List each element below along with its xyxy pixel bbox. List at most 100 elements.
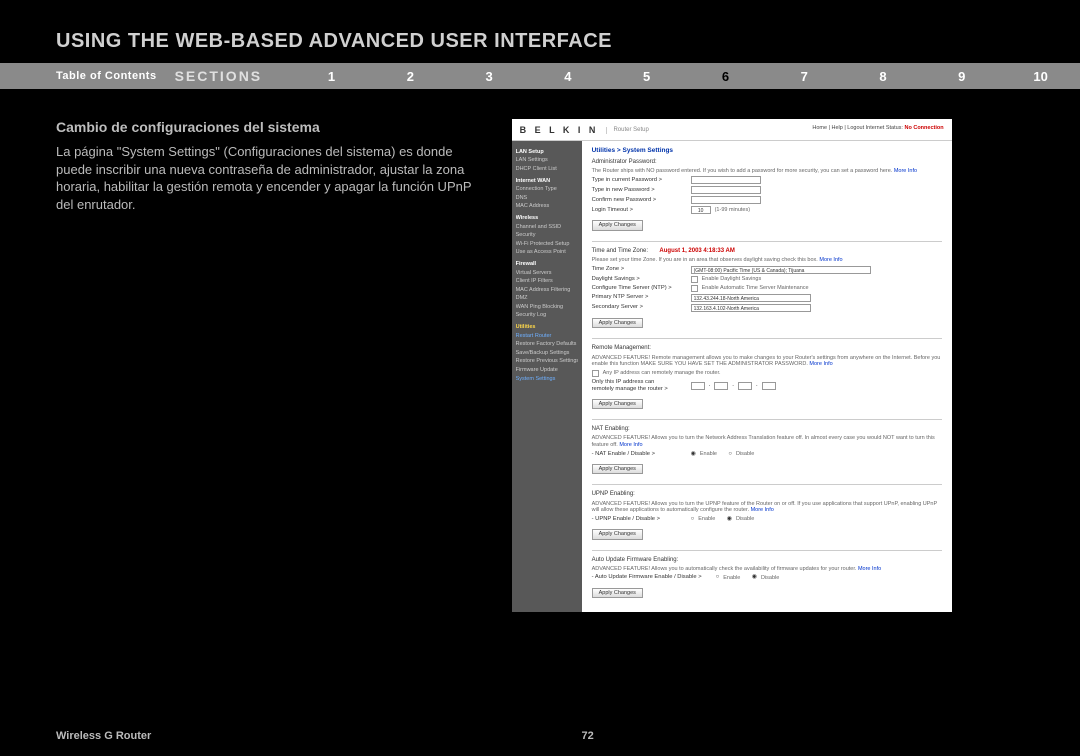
page-footer: Wireless G Router 72 <box>56 730 1024 742</box>
sidebar-item[interactable]: Restore Factory Defaults <box>516 340 578 349</box>
fw-note: ADVANCED FEATURE! Allows you to automati… <box>592 566 858 572</box>
sidebar-item[interactable]: DNS <box>516 194 578 203</box>
sidebar-item[interactable]: MAC Address Filtering <box>516 286 578 295</box>
fw-radio-enable[interactable]: ○ <box>716 574 720 581</box>
nat-note: ADVANCED FEATURE! Allows you to turn the… <box>592 435 935 448</box>
section-2[interactable]: 2 <box>371 69 450 84</box>
ip-oct4[interactable] <box>762 382 776 390</box>
upnp-lbl: - UPNP Enable / Disable > <box>592 516 687 523</box>
apply-time[interactable]: Apply Changes <box>592 318 643 329</box>
sidebar-item[interactable]: LAN Setup <box>516 148 578 157</box>
product-name: Wireless G Router <box>56 730 151 742</box>
sidebar-item[interactable]: System Settings <box>516 375 578 384</box>
remote-any-checkbox[interactable] <box>592 370 599 377</box>
sidebar-item[interactable]: MAC Address <box>516 202 578 211</box>
brand-logo: B E L K I N <box>520 125 599 136</box>
sidebar-item[interactable]: Firewall <box>516 260 578 269</box>
apply-admin[interactable]: Apply Changes <box>592 220 643 231</box>
current-pw-input[interactable] <box>691 176 761 184</box>
sidebar-item[interactable]: DMZ <box>516 294 578 303</box>
fw-enable-text: Enable <box>723 575 740 582</box>
current-pw-label: Type in current Password > <box>592 177 687 184</box>
header-links[interactable]: Home | Help | Logout Internet Status: <box>812 125 903 131</box>
upnp-radio-disable[interactable]: ◉ <box>727 516 732 523</box>
nat-enable-text: Enable <box>700 451 717 458</box>
sidebar-item[interactable]: Client IP Filters <box>516 277 578 286</box>
apply-fw[interactable]: Apply Changes <box>592 588 643 599</box>
sidebar-item[interactable]: Wireless <box>516 214 578 223</box>
internet-status: No Connection <box>904 125 943 131</box>
apply-remote[interactable]: Apply Changes <box>592 399 643 410</box>
remote-any-label: Any IP address can remotely manage the r… <box>603 370 721 377</box>
sidebar-item[interactable]: LAN Settings <box>516 156 578 165</box>
fw-radio-disable[interactable]: ◉ <box>752 574 757 581</box>
sidebar-item[interactable]: Utilities <box>516 323 578 332</box>
timeout-suffix: (1-99 minutes) <box>715 207 750 214</box>
sections-label: SECTIONS <box>175 68 293 84</box>
sidebar-item[interactable]: Virtual Servers <box>516 269 578 278</box>
upnp-more[interactable]: More Info <box>751 507 774 513</box>
confirm-pw-input[interactable] <box>691 196 761 204</box>
sidebar-item[interactable]: DHCP Client List <box>516 165 578 174</box>
sidebar-item[interactable]: Connection Type <box>516 185 578 194</box>
sidebar-item[interactable]: Firmware Update <box>516 366 578 375</box>
sidebar-item[interactable]: Security <box>516 231 578 240</box>
page-title: USING THE WEB-BASED ADVANCED USER INTERF… <box>0 0 1080 63</box>
section-4[interactable]: 4 <box>529 69 608 84</box>
admin-more[interactable]: More Info <box>894 168 917 174</box>
new-pw-input[interactable] <box>691 186 761 194</box>
fw-more[interactable]: More Info <box>858 566 881 572</box>
sidebar-item[interactable]: Restore Previous Settings <box>516 357 578 366</box>
time-more[interactable]: More Info <box>819 257 842 263</box>
ntp-checkbox[interactable] <box>691 285 698 292</box>
sidebar-item[interactable]: Wi-Fi Protected Setup <box>516 240 578 249</box>
admin-title: Administrator Password: <box>592 159 942 166</box>
upnp-radio-enable[interactable]: ○ <box>691 516 695 523</box>
section-6[interactable]: 6 <box>686 69 765 84</box>
dst-checkbox[interactable] <box>691 276 698 283</box>
apply-upnp[interactable]: Apply Changes <box>592 529 643 540</box>
sidebar-item[interactable]: Restart Router <box>516 332 578 341</box>
section-3[interactable]: 3 <box>450 69 529 84</box>
apply-nat[interactable]: Apply Changes <box>592 464 643 475</box>
fw-lbl: - Auto Update Firmware Enable / Disable … <box>592 574 712 581</box>
ip-oct3[interactable] <box>738 382 752 390</box>
ntp-text: Enable Automatic Time Server Maintenance <box>702 285 809 292</box>
section-5[interactable]: 5 <box>607 69 686 84</box>
timeout-input[interactable]: 10 <box>691 206 711 214</box>
section-1[interactable]: 1 <box>292 69 371 84</box>
section-7[interactable]: 7 <box>765 69 844 84</box>
sidebar-item[interactable]: Internet WAN <box>516 177 578 186</box>
confirm-pw-label: Confirm new Password > <box>592 197 687 204</box>
sidebar-item[interactable]: Save/Backup Settings <box>516 349 578 358</box>
remote-only-b: remotely manage the router > <box>592 386 668 392</box>
section-8[interactable]: 8 <box>844 69 923 84</box>
remote-only-a: Only this IP address can <box>592 379 655 385</box>
fw-disable-text: Disable <box>761 575 779 582</box>
sidebar-item[interactable]: Channel and SSID <box>516 223 578 232</box>
router-sidebar: LAN SetupLAN SettingsDHCP Client List Int… <box>512 141 582 612</box>
ip-oct1[interactable] <box>691 382 705 390</box>
sidebar-item[interactable]: Use as Access Point <box>516 248 578 257</box>
nat-radio-enable[interactable]: ◉ <box>691 451 696 458</box>
tz-select[interactable]: (GMT-08:00) Pacific Time (US & Canada); … <box>691 266 871 274</box>
upnp-title: UPNP Enabling: <box>592 491 942 498</box>
top-links[interactable]: Home | Help | Logout Internet Status: No… <box>812 125 943 132</box>
sidebar-item[interactable]: Security Log <box>516 311 578 320</box>
toc-link[interactable]: Table of Contents <box>0 70 175 82</box>
remote-title: Remote Management: <box>592 345 942 352</box>
sidebar-item[interactable]: WAN Ping Blocking <box>516 303 578 312</box>
dst-label: Daylight Savings > <box>592 276 687 283</box>
section-10[interactable]: 10 <box>1001 69 1080 84</box>
ntp1-select[interactable]: 132.43.244.18-North America <box>691 294 811 302</box>
remote-more[interactable]: More Info <box>809 361 832 367</box>
time-stamp: August 1, 2003 4:18:33 AM <box>659 248 734 255</box>
section-9[interactable]: 9 <box>922 69 1001 84</box>
nat-radio-disable[interactable]: ○ <box>728 451 732 458</box>
section-nav: Table of Contents SECTIONS 1 2 3 4 5 6 7… <box>0 63 1080 89</box>
ip-oct2[interactable] <box>714 382 728 390</box>
page-number: 72 <box>582 730 594 742</box>
breadcrumb: Utilities > System Settings <box>592 147 942 155</box>
ntp2-select[interactable]: 132.163.4.102-North America <box>691 304 811 312</box>
nat-more[interactable]: More Info <box>619 442 642 448</box>
